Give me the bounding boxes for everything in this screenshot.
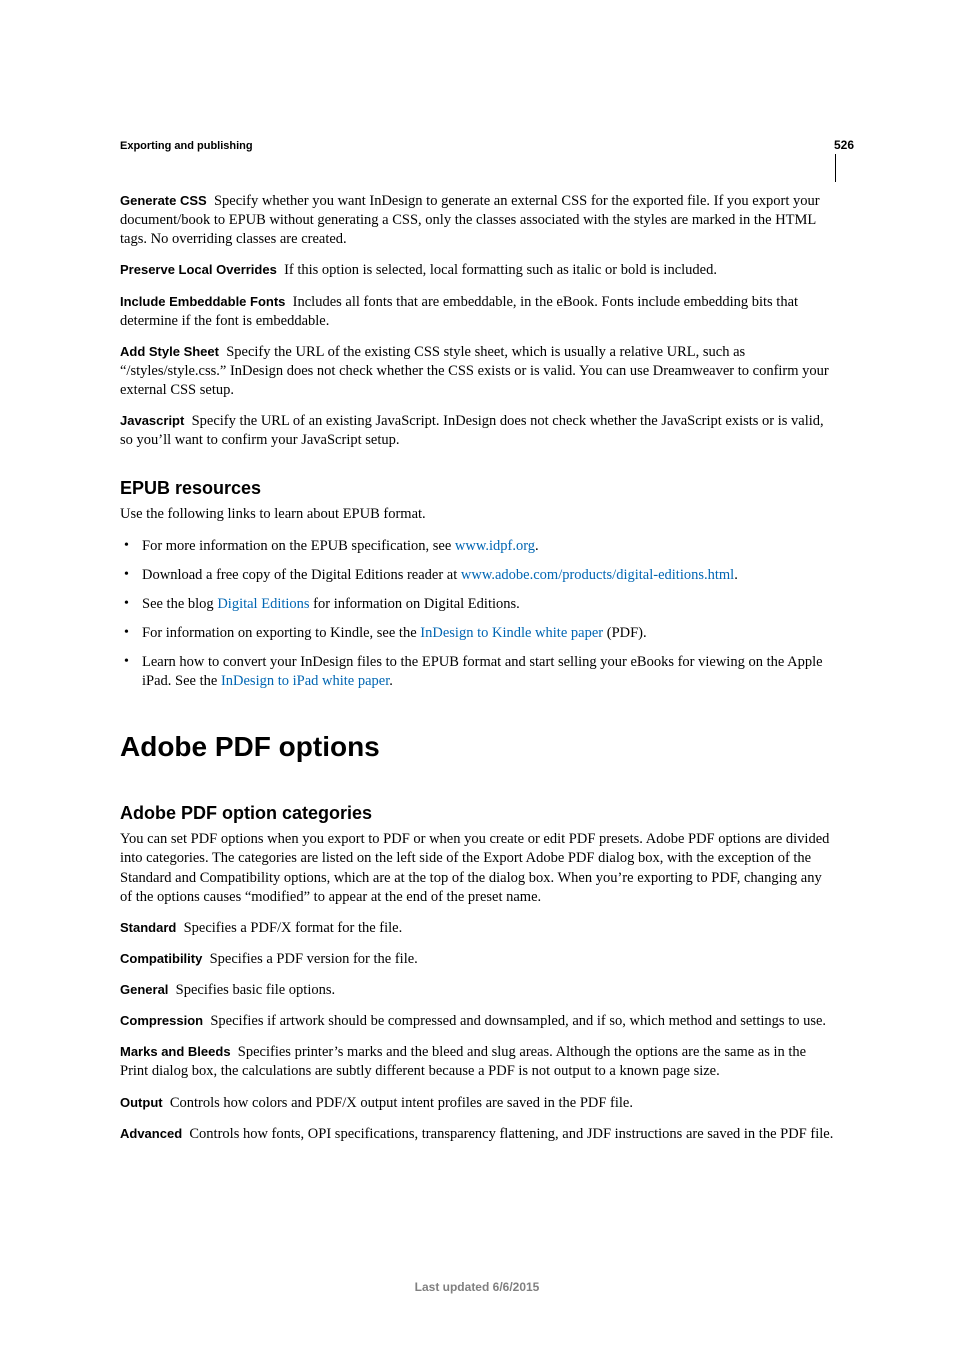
term: Standard: [120, 920, 176, 935]
running-header: Exporting and publishing: [120, 140, 834, 152]
term: Compatibility: [120, 951, 202, 966]
definition-text: Controls how colors and PDF/X output int…: [170, 1095, 633, 1111]
list-text-post: (PDF).: [603, 625, 647, 641]
list-text-pre: For information on exporting to Kindle, …: [142, 625, 420, 641]
definition-text: If this option is selected, local format…: [284, 262, 717, 278]
heading-pdf-option-categories: Adobe PDF option categories: [120, 803, 834, 824]
definition-preserve-local-overrides: Preserve Local Overrides If this option …: [120, 261, 834, 280]
list-item: Download a free copy of the Digital Edit…: [120, 566, 834, 585]
definition-text: Specifies basic file options.: [176, 982, 335, 998]
list-text-post: for information on Digital Editions.: [310, 596, 520, 612]
definition-generate-css: Generate CSS Specify whether you want In…: [120, 192, 834, 249]
definition-include-embeddable-fonts: Include Embeddable Fonts Includes all fo…: [120, 293, 834, 331]
term: Output: [120, 1095, 163, 1110]
term: Marks and Bleeds: [120, 1044, 231, 1059]
definition-text: Specifies a PDF/X format for the file.: [184, 920, 403, 936]
list-text-pre: See the blog: [142, 596, 217, 612]
term: Add Style Sheet: [120, 344, 219, 359]
list-text-pre: Download a free copy of the Digital Edit…: [142, 567, 461, 583]
list-text-post: .: [389, 673, 393, 689]
definition-text: Specify the URL of the existing CSS styl…: [120, 344, 829, 398]
epub-intro: Use the following links to learn about E…: [120, 505, 834, 524]
term: Javascript: [120, 413, 184, 428]
definition-javascript: Javascript Specify the URL of an existin…: [120, 412, 834, 450]
epub-resource-list: For more information on the EPUB specifi…: [120, 537, 834, 692]
definition-text: Specifies if artwork should be compresse…: [210, 1013, 826, 1029]
term: Preserve Local Overrides: [120, 262, 277, 277]
term: Generate CSS: [120, 193, 207, 208]
link-digital-editions-download[interactable]: www.adobe.com/products/digital-editions.…: [461, 567, 734, 583]
term: Advanced: [120, 1126, 182, 1141]
list-item: For information on exporting to Kindle, …: [120, 624, 834, 643]
term: Include Embeddable Fonts: [120, 294, 285, 309]
term: Compression: [120, 1013, 203, 1028]
heading-epub-resources: EPUB resources: [120, 478, 834, 499]
term: General: [120, 982, 168, 997]
list-item: See the blog Digital Editions for inform…: [120, 595, 834, 614]
definition-marks-and-bleeds: Marks and Bleeds Specifies printer’s mar…: [120, 1043, 834, 1081]
definition-text: Controls how fonts, OPI specifications, …: [189, 1126, 833, 1142]
page: 526 Exporting and publishing Generate CS…: [0, 0, 954, 1350]
page-number: 526: [834, 138, 854, 152]
link-idpf[interactable]: www.idpf.org: [455, 538, 535, 554]
definition-general: General Specifies basic file options.: [120, 981, 834, 1000]
definition-output: Output Controls how colors and PDF/X out…: [120, 1094, 834, 1113]
definition-text: Specifies a PDF version for the file.: [210, 951, 418, 967]
list-item: For more information on the EPUB specifi…: [120, 537, 834, 556]
link-kindle-whitepaper[interactable]: InDesign to Kindle white paper: [420, 625, 603, 641]
definition-add-style-sheet: Add Style Sheet Specify the URL of the e…: [120, 343, 834, 400]
page-number-rule: [835, 154, 836, 182]
list-text-post: .: [535, 538, 539, 554]
link-ipad-whitepaper[interactable]: InDesign to iPad white paper: [221, 673, 389, 689]
list-text-pre: For more information on the EPUB specifi…: [142, 538, 455, 554]
footer-last-updated: Last updated 6/6/2015: [0, 1280, 954, 1294]
definition-advanced: Advanced Controls how fonts, OPI specifi…: [120, 1125, 834, 1144]
list-item: Learn how to convert your InDesign files…: [120, 653, 834, 691]
list-text-post: .: [734, 567, 738, 583]
definition-text: Specify the URL of an existing JavaScrip…: [120, 413, 824, 448]
pdf-intro: You can set PDF options when you export …: [120, 830, 834, 907]
heading-adobe-pdf-options: Adobe PDF options: [120, 731, 834, 763]
definition-compression: Compression Specifies if artwork should …: [120, 1012, 834, 1031]
link-digital-editions-blog[interactable]: Digital Editions: [217, 596, 309, 612]
definition-text: Specify whether you want InDesign to gen…: [120, 193, 820, 247]
definition-compatibility: Compatibility Specifies a PDF version fo…: [120, 950, 834, 969]
definition-standard: Standard Specifies a PDF/X format for th…: [120, 919, 834, 938]
